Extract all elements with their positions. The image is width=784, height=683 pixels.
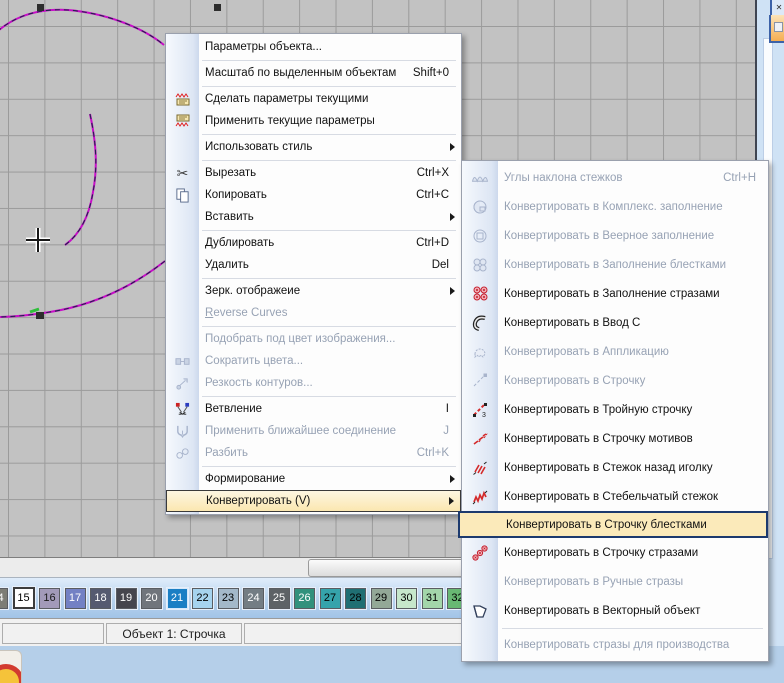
closest-join-icon (175, 424, 190, 439)
rhinestone-run-icon (472, 545, 488, 561)
palette-swatch[interactable]: 22 (192, 588, 213, 609)
crosshair-cursor (26, 228, 50, 252)
menu-item-object-parameters[interactable]: Параметры объекта... (166, 36, 461, 58)
palette-swatch[interactable]: 16 (39, 588, 60, 609)
reduce-colors-icon (175, 354, 190, 369)
rhinestone-fill-icon (472, 286, 488, 302)
palette-swatch[interactable]: 30 (396, 588, 417, 609)
submenu-item-backstitch[interactable]: Конвертировать в Стежок назад иголку (462, 453, 768, 482)
status-section-left (2, 623, 104, 644)
submenu-arrow-icon (450, 287, 455, 295)
context-menu: Параметры объекта... Масштаб по выделенн… (165, 33, 462, 515)
backstitch-icon (472, 460, 488, 476)
palette-swatch[interactable]: 24 (243, 588, 264, 609)
menu-item-match-image-color[interactable]: Подобрать под цвет изображения... (166, 328, 461, 350)
palette-swatch[interactable]: 19 (116, 588, 137, 609)
palette-swatch[interactable]: 26 (294, 588, 315, 609)
stitch-angles-icon (470, 170, 490, 185)
menu-item-delete[interactable]: Удалить Del (166, 254, 461, 276)
palette-swatch[interactable]: 17 (65, 588, 86, 609)
status-object-info: Объект 1: Строчка (106, 623, 242, 644)
palette-swatch[interactable]: 31 (422, 588, 443, 609)
app-window: 14 15 16 17 18 19 20 21 22 23 24 25 26 2… (0, 0, 784, 683)
menu-item-apply-current-params[interactable]: Применить текущие параметры (166, 110, 461, 132)
submenu-item-stitch-angles[interactable]: Углы наклона стежков Ctrl+H (462, 163, 768, 192)
submenu-item-motif-run[interactable]: Конвертировать в Строчку мотивов (462, 424, 768, 453)
menu-item-cut[interactable]: ✂ Вырезать Ctrl+X (166, 162, 461, 184)
motif-run-icon (472, 431, 488, 447)
menu-item-mirror[interactable]: Зерк. отображеие (166, 280, 461, 302)
menu-item-zoom-to-selected[interactable]: Масштаб по выделенным объектам Shift+0 (166, 62, 461, 84)
cut-icon: ✂ (177, 166, 189, 180)
submenu-item-sequin-run[interactable]: Конвертировать в Строчку блестками (458, 511, 768, 538)
submenu-arrow-icon (450, 213, 455, 221)
branching-icon (175, 402, 190, 417)
split-icon (175, 446, 190, 461)
apply-current-params-icon (175, 113, 191, 129)
submenu-arrow-icon (450, 143, 455, 151)
sequin-fill-icon (472, 257, 488, 273)
menu-item-paste[interactable]: Вставить (166, 206, 461, 228)
palette-swatch[interactable]: 28 (345, 588, 366, 609)
submenu-item-vector-object[interactable]: Конвертировать в Векторный объект (462, 596, 768, 625)
entry-point-mark (30, 309, 39, 312)
menu-item-split[interactable]: Разбить Ctrl+K (166, 442, 461, 464)
menu-item-reduce-colors[interactable]: Сократить цвета... (166, 350, 461, 372)
submenu-arrow-icon (449, 497, 454, 505)
menu-item-reverse-curves[interactable]: Reverse Curves (166, 302, 461, 324)
palette-swatch[interactable]: 15 (13, 587, 35, 609)
submenu-arrow-icon (450, 475, 455, 483)
menu-item-shaping[interactable]: Формирование (166, 468, 461, 490)
menu-item-sharpen-outlines[interactable]: Резкость контуров... (166, 372, 461, 394)
submenu-item-fan-fill[interactable]: Конвертировать в Веерное заполнение (462, 221, 768, 250)
palette-swatch[interactable]: 18 (90, 588, 111, 609)
copy-icon (175, 188, 190, 203)
palette-swatch[interactable]: 23 (218, 588, 239, 609)
triple-run-icon: 3 (472, 402, 488, 418)
submenu-item-complex-fill[interactable]: Конвертировать в Комплекс. заполнение (462, 192, 768, 221)
menu-item-copy[interactable]: Копировать Ctrl+C (166, 184, 461, 206)
menu-item-make-params-current[interactable]: Сделать параметры текущими (166, 88, 461, 110)
convert-submenu: Углы наклона стежков Ctrl+H Конвертирова… (461, 160, 769, 662)
logo-fragment-icon (0, 664, 22, 683)
submenu-item-applique[interactable]: Конвертировать в Аппликацию (462, 337, 768, 366)
fan-fill-icon (472, 228, 488, 244)
palette-swatch[interactable]: 25 (269, 588, 290, 609)
vector-object-icon (472, 603, 488, 619)
palette-swatch[interactable]: 29 (371, 588, 392, 609)
submenu-item-triple-run[interactable]: 3 Конвертировать в Тройную строчку (462, 395, 768, 424)
make-params-current-icon (175, 91, 191, 107)
palette-swatch[interactable]: 14 (0, 588, 8, 609)
submenu-item-rhinestone-fill[interactable]: Конвертировать в Заполнение стразами (462, 279, 768, 308)
run-stitch-icon (472, 373, 488, 389)
palette-swatch[interactable]: 20 (141, 588, 162, 609)
submenu-item-stem-stitch[interactable]: Конвертировать в Стебельчатый стежок (462, 482, 768, 511)
svg-text:3: 3 (482, 412, 486, 418)
submenu-item-input-c[interactable]: Конвертировать в Ввод С (462, 308, 768, 337)
selected-object-outline[interactable] (0, 10, 165, 317)
palette-swatch-selected[interactable]: 21 (167, 588, 188, 609)
menu-item-branching[interactable]: Ветвление I (166, 398, 461, 420)
submenu-item-rhinestone-run[interactable]: Конвертировать в Строчку стразами (462, 538, 768, 567)
menu-item-use-style[interactable]: Использовать стиль (166, 136, 461, 158)
menu-item-convert[interactable]: Конвертировать (V) (166, 490, 461, 512)
complex-fill-icon (472, 199, 488, 215)
palette-swatch[interactable]: 27 (320, 588, 341, 609)
menu-item-closest-join[interactable]: Применить ближайшее соединение J (166, 420, 461, 442)
submenu-item-run-stitch[interactable]: Конвертировать в Строчку (462, 366, 768, 395)
right-toolbar-active-button[interactable] (769, 15, 784, 43)
stem-stitch-icon (472, 489, 488, 505)
menu-item-duplicate[interactable]: Дублировать Ctrl+D (166, 232, 461, 254)
sharpen-outlines-icon (175, 376, 190, 391)
submenu-item-manual-rhinestones[interactable]: Конвертировать в Ручные стразы (462, 567, 768, 596)
submenu-item-production-rhinestones[interactable]: Конвертировать стразы для производства (462, 630, 768, 659)
input-c-icon (471, 315, 489, 331)
bottom-left-tab[interactable] (0, 650, 22, 683)
applique-icon (472, 344, 488, 360)
submenu-item-sequin-fill[interactable]: Конвертировать в Заполнение блестками (462, 250, 768, 279)
